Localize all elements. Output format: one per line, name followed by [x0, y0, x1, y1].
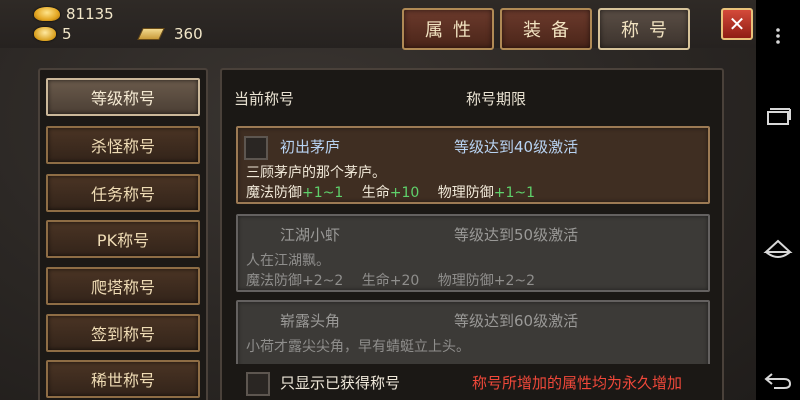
ticket-amount: 360 — [174, 25, 203, 43]
sidebar-item-quest-titles[interactable]: 任务称号 — [46, 174, 200, 212]
sidebar-item-kill-titles[interactable]: 杀怪称号 — [46, 126, 200, 164]
title-stats: 魔法防御+2~2 生命+20 物理防御+2~2 — [246, 270, 549, 290]
title-name: 江湖小虾 — [280, 226, 341, 244]
ticket-counter: 360 — [137, 25, 203, 43]
show-owned-label: 只显示已获得称号 — [280, 374, 401, 392]
android-nav-bar — [756, 0, 800, 400]
permanent-bonus-note: 称号所增加的属性均为永久增加 — [472, 374, 683, 392]
panel-footer: 只显示已获得称号 称号所增加的属性均为永久增加 — [222, 364, 722, 400]
title-name: 崭露头角 — [280, 312, 341, 330]
stat-physical-defense: 物理防御+1~1 — [437, 185, 536, 201]
header-current-title: 当前称号 — [234, 90, 295, 108]
home-icon[interactable] — [756, 236, 800, 264]
sidebar-item-tower-titles[interactable]: 爬塔称号 — [46, 267, 200, 305]
ingot-amount: 5 — [62, 25, 72, 43]
stat-physical-defense: 物理防御+2~2 — [437, 273, 536, 289]
stat-hp: 生命+10 — [361, 185, 420, 201]
more-vert-icon[interactable] — [756, 26, 800, 50]
back-icon[interactable] — [756, 368, 800, 394]
gold-pile-icon — [34, 27, 56, 41]
title-category-sidebar: 等级称号 杀怪称号 任务称号 PK称号 爬塔称号 签到称号 稀世称号 — [38, 68, 208, 400]
close-icon: ✕ — [728, 12, 746, 36]
title-checkbox[interactable] — [244, 136, 268, 160]
gold-ingot-icon — [34, 7, 60, 21]
title-card[interactable]: 初出茅庐 等级达到40级激活 三顾茅庐的那个茅庐。 魔法防御+1~1 生命+10… — [236, 126, 710, 204]
sidebar-item-level-titles[interactable]: 等级称号 — [46, 78, 200, 116]
gold-amount: 81135 — [66, 5, 114, 23]
tab-equipment[interactable]: 装备 — [500, 8, 592, 50]
title-condition: 等级达到40级激活 — [454, 138, 579, 156]
title-name: 初出茅庐 — [280, 138, 341, 156]
titles-panel: 当前称号 称号期限 初出茅庐 等级达到40级激活 三顾茅庐的那个茅庐。 魔法防御… — [220, 68, 724, 400]
close-button[interactable]: ✕ — [721, 8, 753, 40]
ticket-icon — [137, 28, 165, 40]
title-description: 小荷才露尖尖角，早有蜻蜓立上头。 — [246, 339, 470, 355]
sidebar-item-pk-titles[interactable]: PK称号 — [46, 220, 200, 258]
tab-attributes[interactable]: 属性 — [402, 8, 494, 50]
gold-counter: 81135 — [34, 5, 114, 23]
title-card[interactable]: 江湖小虾 等级达到50级激活 人在江湖飘。 魔法防御+2~2 生命+20 物理防… — [236, 214, 710, 292]
stat-magic-defense: 魔法防御+2~2 — [246, 273, 344, 289]
title-stats: 魔法防御+1~1 生命+10 物理防御+1~1 — [246, 182, 549, 202]
recent-apps-icon[interactable] — [756, 106, 800, 132]
show-owned-checkbox[interactable] — [246, 372, 270, 396]
stat-magic-defense: 魔法防御+1~1 — [246, 185, 344, 201]
header-title-period: 称号期限 — [466, 90, 527, 108]
sidebar-item-checkin-titles[interactable]: 签到称号 — [46, 314, 200, 352]
sidebar-item-rare-titles[interactable]: 稀世称号 — [46, 360, 200, 398]
stat-hp: 生命+20 — [361, 273, 420, 289]
title-description: 人在江湖飘。 — [246, 253, 330, 269]
title-condition: 等级达到60级激活 — [454, 312, 579, 330]
game-window: 81135 5 360 属性 装备 称号 ✕ 等级称号 杀怪称号 任务称号 PK… — [0, 0, 756, 400]
tab-titles[interactable]: 称号 — [598, 8, 690, 50]
ingot-counter: 5 — [34, 25, 72, 43]
title-description: 三顾茅庐的那个茅庐。 — [246, 165, 386, 181]
title-condition: 等级达到50级激活 — [454, 226, 579, 244]
